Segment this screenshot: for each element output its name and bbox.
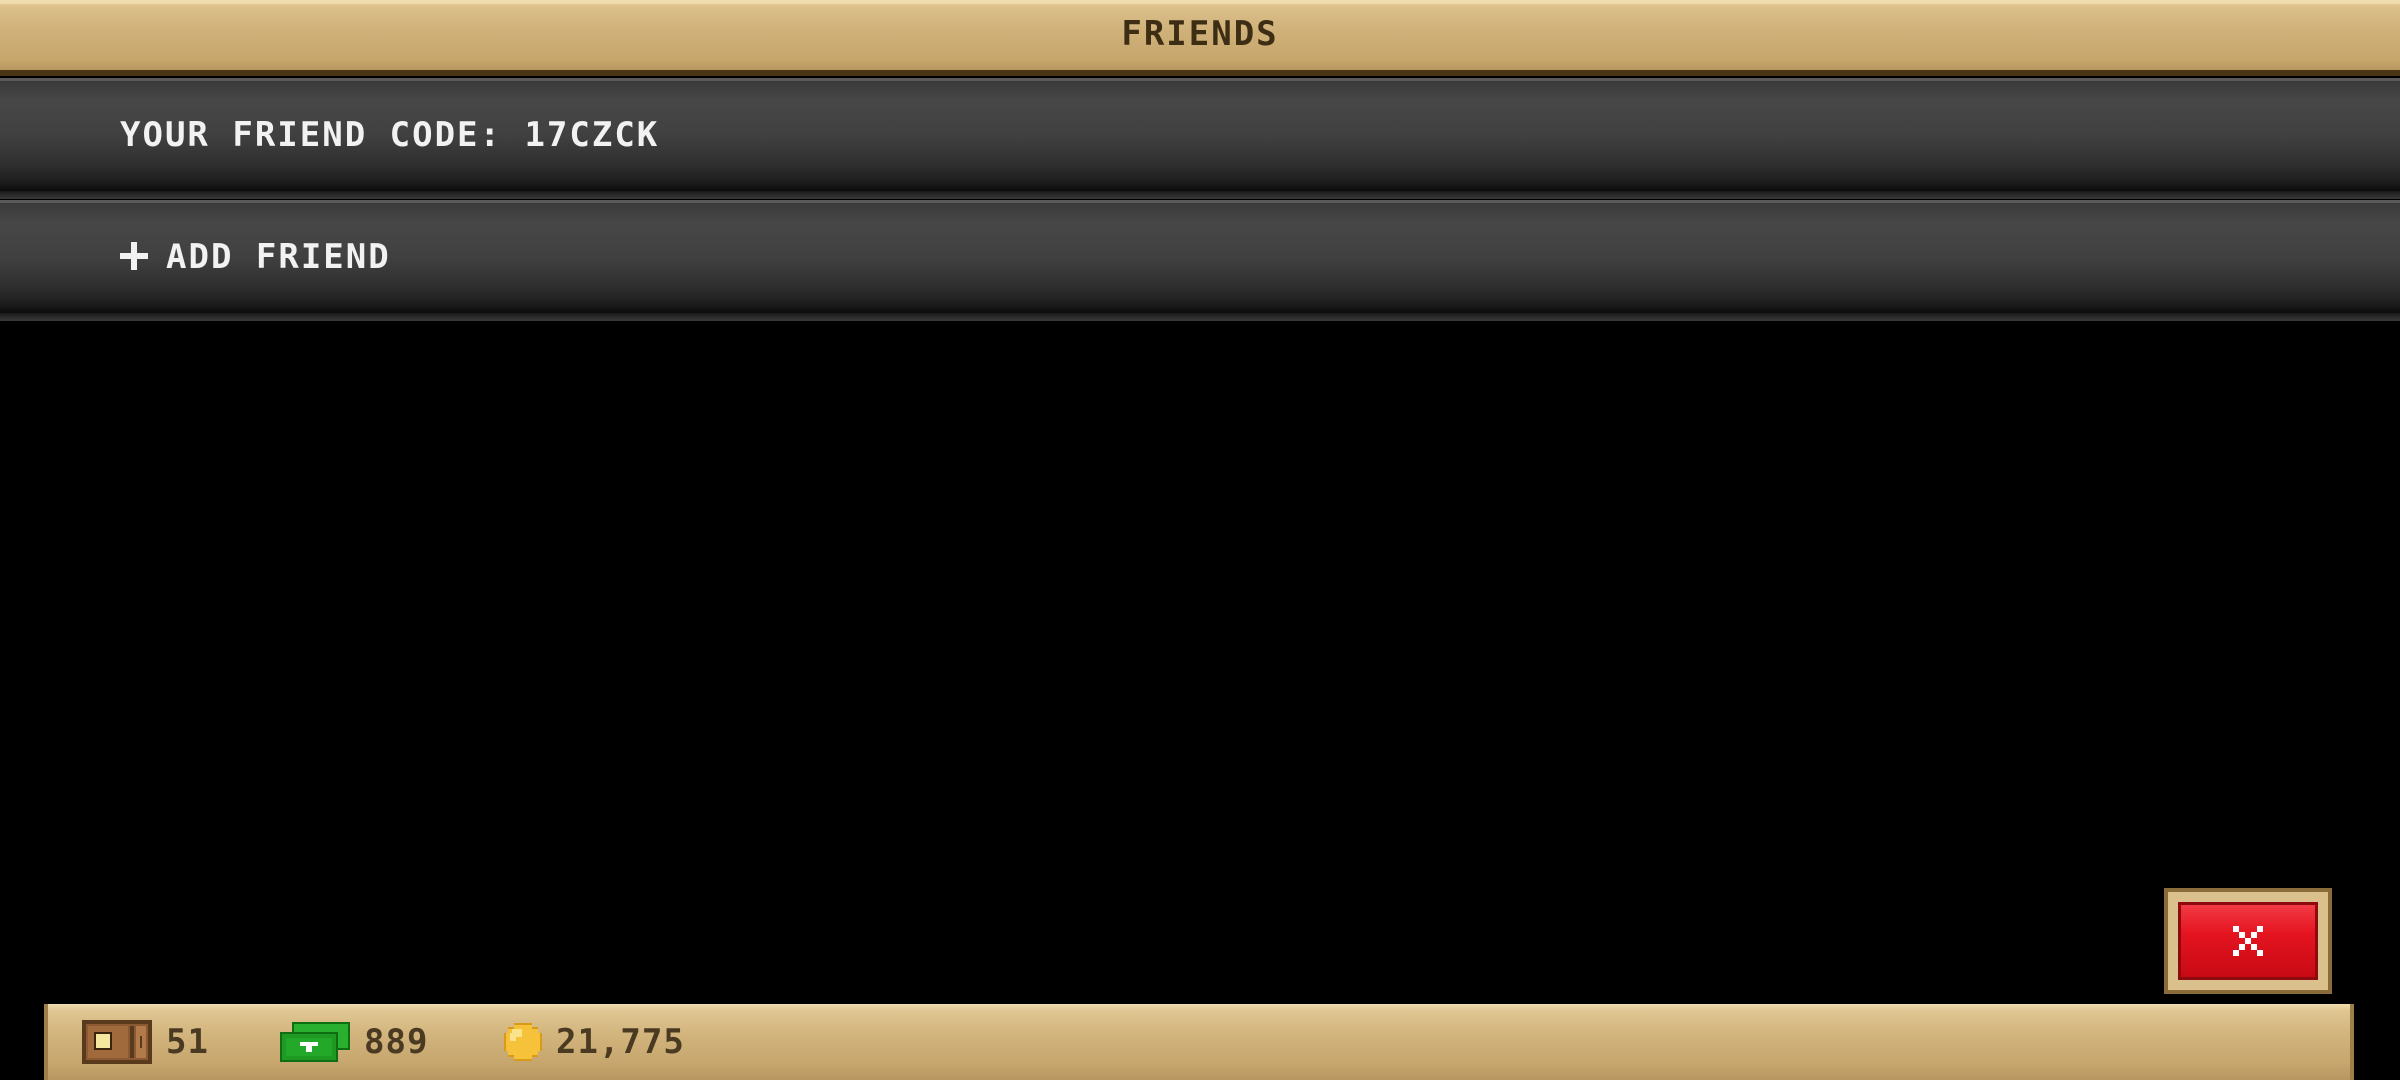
add-friend-label-wrap: ADD FRIEND xyxy=(120,237,391,277)
coin-counter: 21,775 xyxy=(504,1022,685,1062)
page-title: FRIENDS xyxy=(1121,14,1279,54)
cash-icon xyxy=(280,1022,350,1062)
plus-icon xyxy=(120,242,148,270)
cash-count: 889 xyxy=(364,1022,429,1062)
currency-bar: 51 889 21,775 xyxy=(44,1004,2354,1080)
ticket-icon xyxy=(82,1020,152,1064)
title-bar: FRIENDS xyxy=(0,0,2400,76)
close-button-face xyxy=(2178,902,2318,980)
add-friend-button[interactable]: ADD FRIEND xyxy=(0,200,2400,321)
friends-screen: FRIENDS YOUR FRIEND CODE: 17CZCK ADD FRI… xyxy=(0,0,2400,1080)
friend-code-row: YOUR FRIEND CODE: 17CZCK xyxy=(0,78,2400,199)
ticket-count: 51 xyxy=(166,1022,209,1062)
ticket-counter: 51 xyxy=(82,1020,209,1064)
cash-counter: 889 xyxy=(280,1022,428,1062)
add-friend-label: ADD FRIEND xyxy=(166,237,391,277)
coin-icon xyxy=(504,1023,542,1061)
close-icon xyxy=(2233,926,2263,956)
coin-count: 21,775 xyxy=(556,1022,685,1062)
friend-code-text: YOUR FRIEND CODE: 17CZCK xyxy=(120,115,660,155)
close-button[interactable] xyxy=(2164,888,2332,994)
